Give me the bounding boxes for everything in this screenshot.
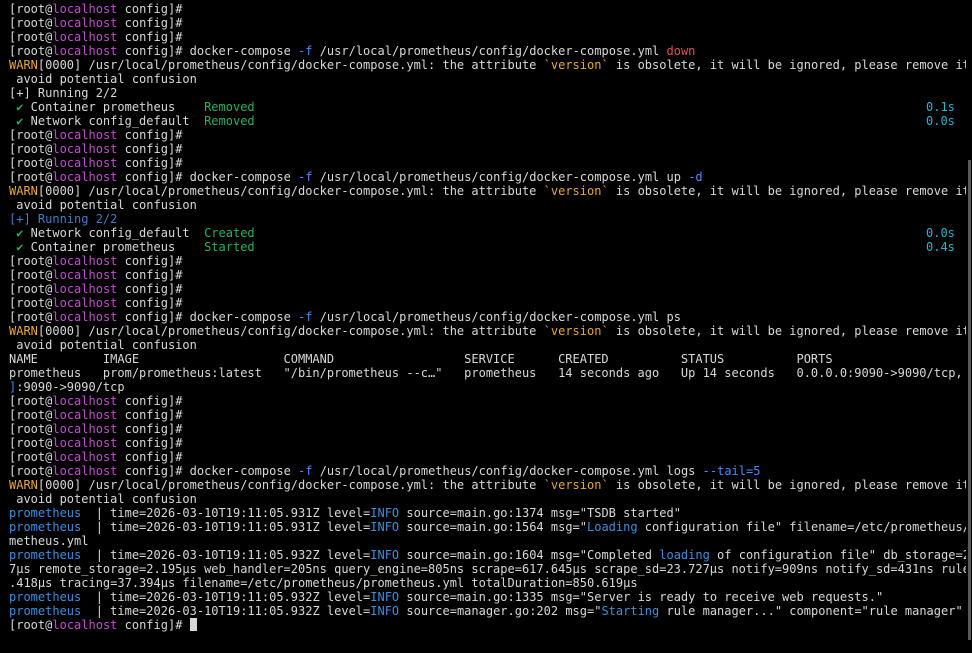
command-line-up: [root @ localhost config]# docker-compose … (9, 170, 703, 184)
scrollbar-thumb[interactable] (968, 160, 971, 640)
text-cursor (189, 618, 197, 631)
log-line-continuation: metheus.yml (9, 534, 89, 548)
check-icon: ✔ (9, 240, 24, 254)
ps-table-header: NAME IMAGE COMMAND SERVICE CREATED STATU… (9, 352, 833, 366)
warn-continuation: avoid potential confusion (9, 492, 197, 506)
prompt-line: [root @ localhost config]# (9, 436, 183, 450)
prompt-line: [root @ localhost config]# (9, 268, 183, 282)
log-line: prometheus | time=2026-03-10T19:11:05.93… (9, 506, 681, 520)
log-line-continuation: .418µs tracing=37.394µs filename=/etc/pr… (9, 576, 638, 590)
warn-continuation: avoid potential confusion (9, 338, 197, 352)
warn-line: WARN [0000] /usr/local/prometheus/config/… (9, 184, 966, 198)
scrollbar[interactable] (966, 0, 972, 653)
running-line: [+] Running 2/2 (9, 86, 118, 100)
status-row: ✔ Network config_default Removed 0.0s (9, 114, 955, 128)
check-icon: ✔ (9, 114, 24, 128)
prompt-line: [root @ localhost config]# (9, 296, 183, 310)
log-line-continuation: 7µs remote_storage=2.195µs web_handler=2… (9, 562, 966, 576)
prompt-line: [root @ localhost config]# (9, 422, 183, 436)
prompt-line: [root @ localhost config]# (9, 16, 183, 30)
check-icon: ✔ (9, 226, 24, 240)
running-line: [+] Running 2/2 (9, 212, 118, 226)
check-icon: ✔ (9, 100, 24, 114)
log-line: prometheus | time=2026-03-10T19:11:05.93… (9, 604, 963, 618)
prompt-line: [root @ localhost config]# (9, 254, 183, 268)
warn-line: WARN [0000] /usr/local/prometheus/config/… (9, 324, 966, 338)
prompt-line: [root @ localhost config]# (9, 128, 183, 142)
prompt-line: [root @ localhost config]# (9, 2, 183, 16)
warn-line: WARN [0000] /usr/local/prometheus/config/… (9, 478, 966, 492)
ps-table-row: prometheus prom/prometheus:latest "/bin/… (9, 366, 966, 380)
prompt-line: [root @ localhost config]# (9, 142, 183, 156)
warn-continuation: avoid potential confusion (9, 72, 197, 86)
prompt-line: [root @ localhost config]# (9, 156, 183, 170)
status-row: ✔ Container prometheus Started 0.4s (9, 240, 955, 254)
log-line: prometheus | time=2026-03-10T19:11:05.93… (9, 548, 966, 562)
prompt-line: [root @ localhost config]# (9, 408, 183, 422)
terminal-window[interactable]: [root @ localhost config]# [root @ localhost… (0, 0, 966, 653)
active-prompt-line[interactable]: [root @ localhost config]# (9, 618, 966, 632)
command-line-logs: [root @ localhost config]# docker-compose … (9, 464, 761, 478)
prompt-line: [root @ localhost config]# (9, 282, 183, 296)
status-row: ✔ Network config_default Created 0.0s (9, 226, 955, 240)
prompt-line: [root @ localhost config]# (9, 450, 183, 464)
prompt-line: [root @ localhost config]# (9, 30, 183, 44)
status-row: ✔ Container prometheus Removed 0.1s (9, 100, 955, 114)
log-line: prometheus | time=2026-03-10T19:11:05.93… (9, 520, 966, 534)
warn-continuation: avoid potential confusion (9, 198, 197, 212)
prompt-line: [root @ localhost config]# (9, 394, 183, 408)
command-line-down: [root @ localhost config]# docker-compose … (9, 44, 696, 58)
command-line-ps: [root @ localhost config]# docker-compose … (9, 310, 681, 324)
ps-table-row-continuation: ]:9090->9090/tcp (9, 380, 125, 394)
warn-line: WARN [0000] /usr/local/prometheus/config/… (9, 58, 966, 72)
log-line: prometheus | time=2026-03-10T19:11:05.93… (9, 590, 884, 604)
